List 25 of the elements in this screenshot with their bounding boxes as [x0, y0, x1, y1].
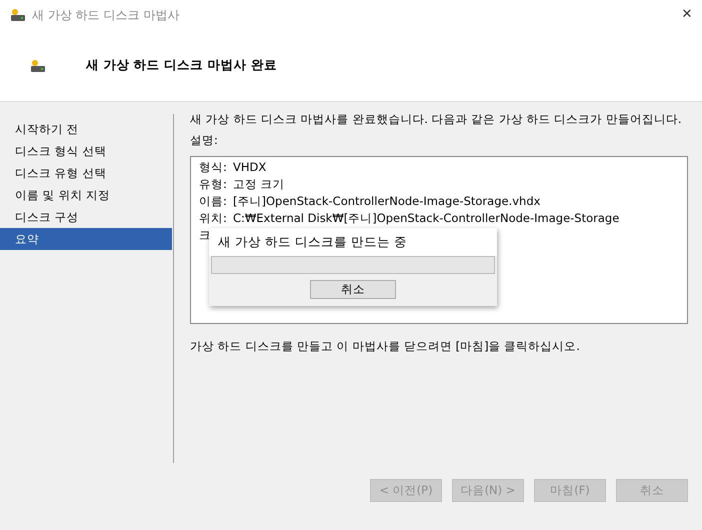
wizard-step[interactable]: 디스크 형식 선택 — [0, 140, 172, 162]
summary-label: 유형: — [199, 176, 228, 193]
summary-value: [주니]OpenStack-ControllerNode-Image-Storage.vhdx — [233, 193, 540, 210]
wizard-step[interactable]: 이름 및 위치 지정 — [0, 184, 172, 206]
disk-icon — [10, 8, 26, 22]
dialog-title: 새 가상 하드 디스크를 만드는 중 — [209, 228, 497, 256]
summary-value: VHDX — [233, 159, 266, 176]
page-heading: 새 가상 하드 디스크 마법사 완료 — [86, 56, 277, 74]
disk-icon — [30, 58, 46, 72]
wizard-step[interactable]: 디스크 유형 선택 — [0, 162, 172, 184]
summary-label: 이름: — [199, 193, 228, 210]
summary-value: 고정 크기 — [233, 176, 285, 193]
wizard-step[interactable]: 요약 — [0, 228, 172, 250]
close-button[interactable]: ✕ — [672, 4, 702, 26]
footer-note: 가상 하드 디스크를 만들고 이 마법사를 닫으려면 [마침]을 클릭하십시오. — [190, 338, 581, 355]
wizard-step[interactable]: 디스크 구성 — [0, 206, 172, 228]
cancel-button[interactable]: 취소 — [310, 280, 396, 299]
wizard-step[interactable]: 시작하기 전 — [0, 118, 172, 140]
summary-label: 형식: — [199, 159, 228, 176]
intro-text: 새 가상 하드 디스크 마법사를 완료했습니다. 다음과 같은 가상 하드 디스크가 만들어집니다. — [190, 111, 683, 128]
summary-label: 위치: — [199, 210, 228, 227]
description-label: 설명: — [190, 132, 219, 149]
summary-value: C:₩External Disk₩[주니]OpenStack-ControllerNode-Image-Storage — [233, 210, 620, 227]
summary-label: 크 — [199, 227, 211, 244]
window-title: 새 가상 하드 디스크 마법사 — [32, 7, 180, 24]
